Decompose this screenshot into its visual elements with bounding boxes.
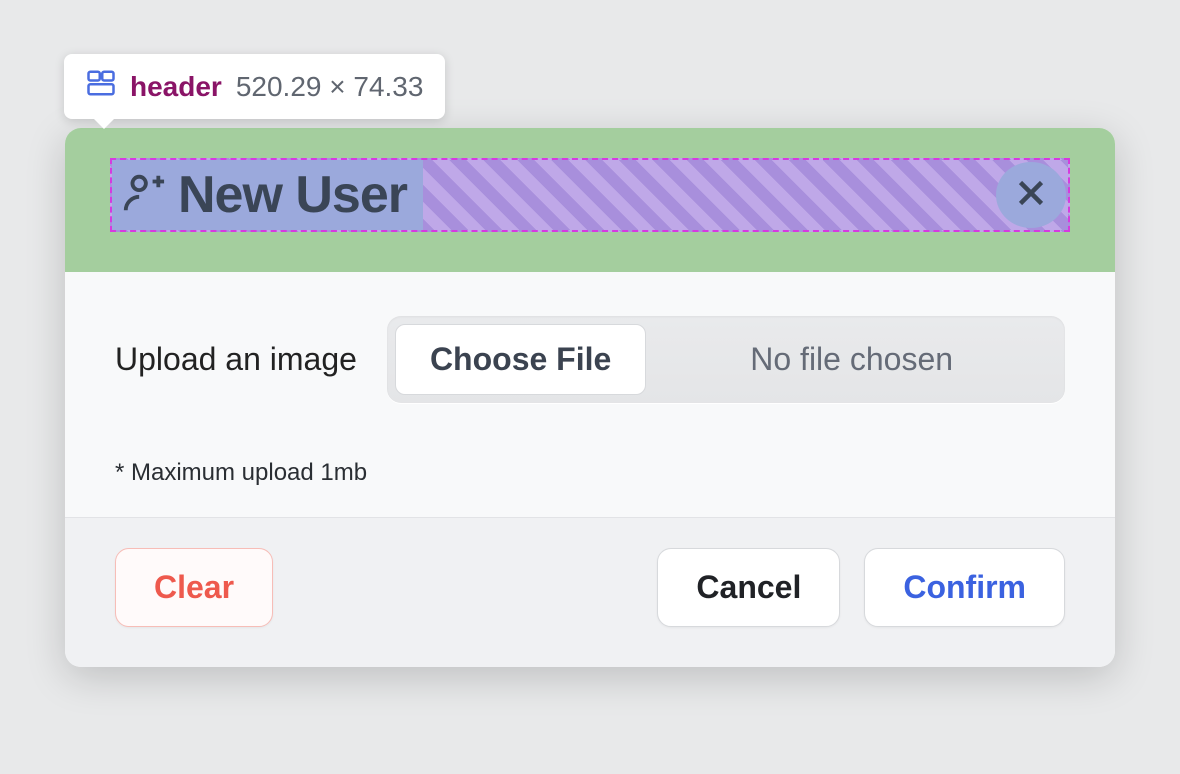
upload-hint: * Maximum upload 1mb — [115, 459, 1065, 487]
dialog-footer: Clear Cancel Confirm — [65, 517, 1115, 667]
close-icon — [1013, 175, 1049, 216]
upload-label: Upload an image — [115, 341, 357, 378]
inspected-element-dimensions: 520.29 × 74.33 — [236, 71, 424, 103]
dialog-title-group: New User — [112, 160, 423, 230]
add-user-icon — [120, 170, 166, 221]
choose-file-button[interactable]: Choose File — [395, 324, 646, 395]
clear-button[interactable]: Clear — [115, 548, 273, 627]
dialog-body: Upload an image Choose File No file chos… — [65, 272, 1115, 517]
devtools-element-tooltip: header 520.29 × 74.33 — [64, 54, 445, 119]
file-input[interactable]: Choose File No file chosen — [387, 316, 1065, 403]
inspected-element-name: header — [130, 71, 222, 103]
file-input-status: No file chosen — [646, 341, 1057, 378]
confirm-button[interactable]: Confirm — [864, 548, 1065, 627]
footer-spacer — [297, 548, 633, 627]
dialog-title: New User — [178, 165, 407, 225]
cancel-button[interactable]: Cancel — [657, 548, 840, 627]
layout-icon — [86, 68, 116, 105]
dialog-header-padding-overlay: New User — [65, 128, 1115, 272]
close-button[interactable] — [996, 162, 1066, 228]
dialog-header-inspected: New User — [110, 158, 1070, 232]
new-user-dialog: New User Upload an image Choose File No … — [65, 128, 1115, 667]
